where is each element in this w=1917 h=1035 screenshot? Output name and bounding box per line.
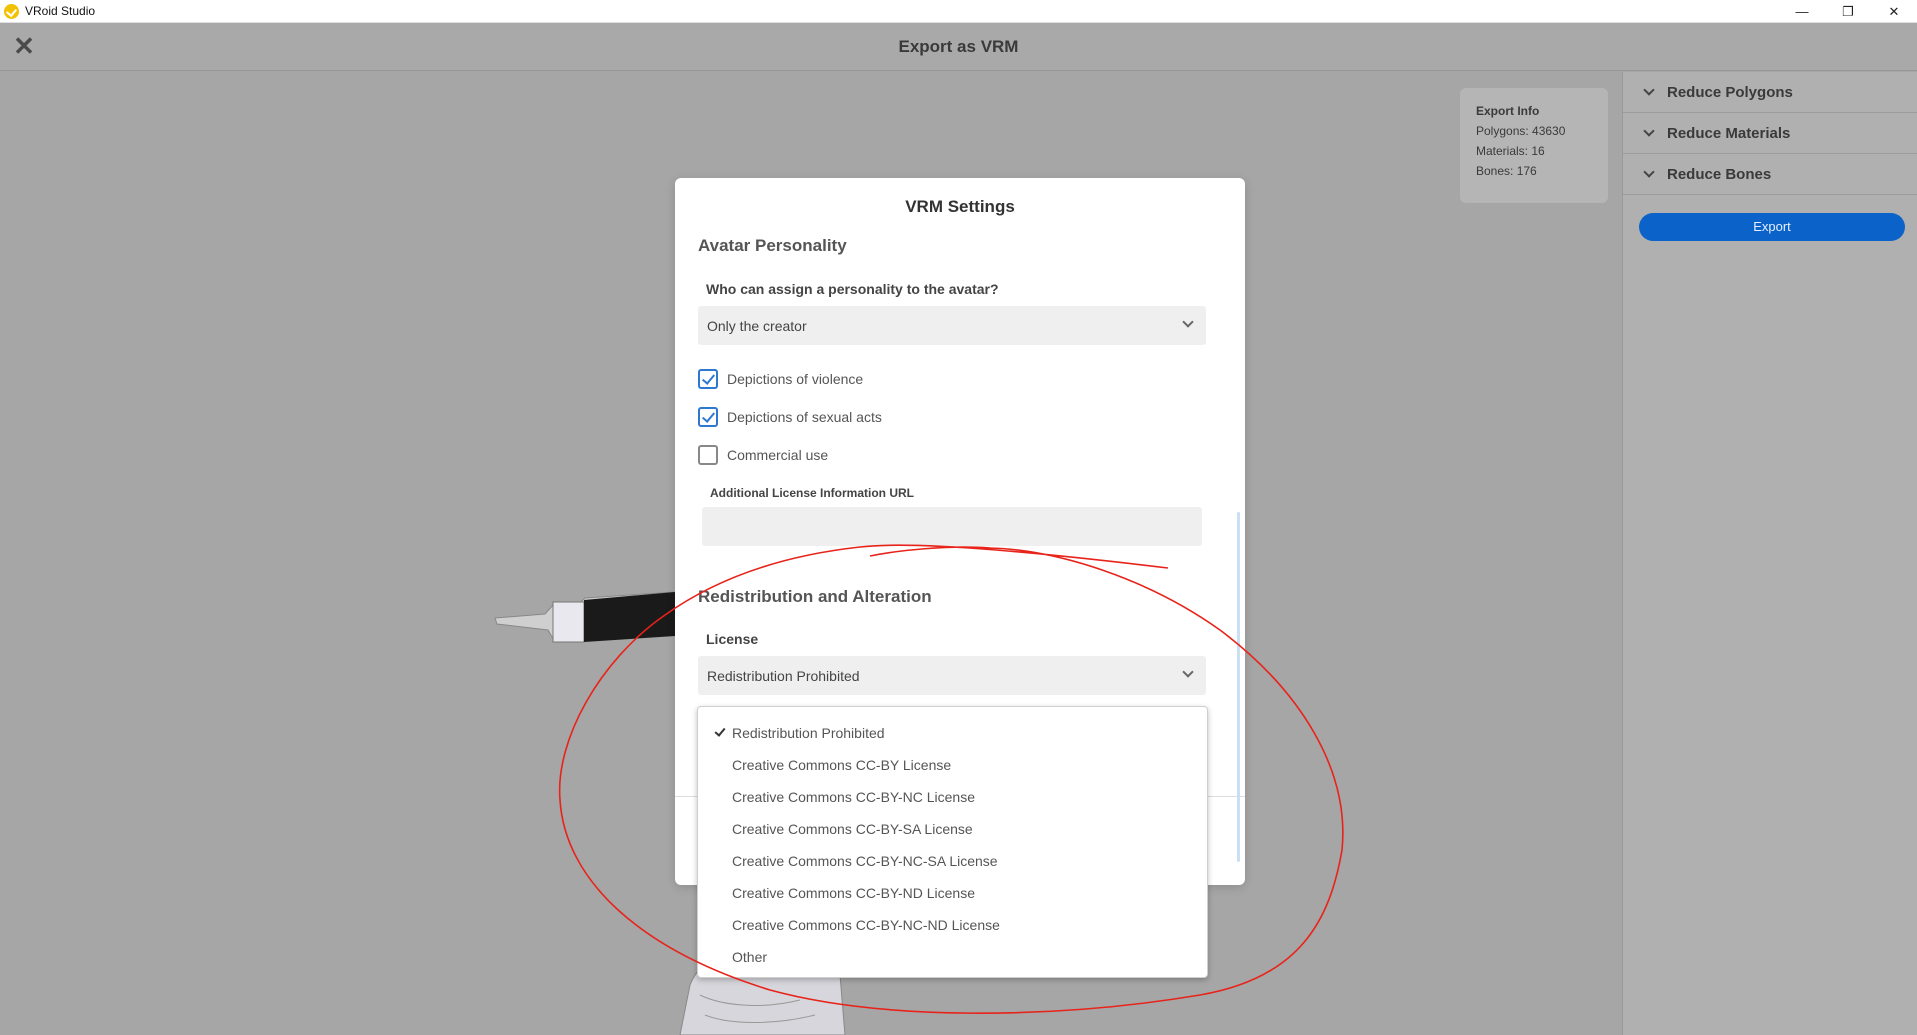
license-option[interactable]: Creative Commons CC-BY-NC License (698, 781, 1207, 813)
license-dropdown-list: Redistribution Prohibited Creative Commo… (697, 706, 1208, 978)
dialog-title: VRM Settings (905, 197, 1015, 216)
avatar-personality-heading: Avatar Personality (698, 236, 847, 255)
vroid-logo-icon (4, 3, 19, 19)
reduce-bones-toggle[interactable]: Reduce Bones (1623, 154, 1917, 195)
license-option[interactable]: Creative Commons CC-BY-SA License (698, 813, 1207, 845)
reduce-polygons-label: Reduce Polygons (1667, 83, 1793, 101)
model-sleeve (584, 592, 675, 642)
personality-select[interactable]: Only the creator (698, 306, 1206, 345)
minimize-button[interactable]: — (1779, 0, 1825, 23)
chevron-down-icon (1643, 125, 1655, 137)
dialog-scrollbar[interactable] (1237, 512, 1240, 862)
sexual-acts-checkbox-row[interactable]: Depictions of sexual acts (698, 407, 882, 427)
license-label: License (706, 631, 759, 647)
window-close-button[interactable]: ✕ (1871, 0, 1917, 23)
export-info-panel: Export Info Polygons: 43630 Materials: 1… (1460, 88, 1608, 203)
checkbox-checked-icon[interactable] (698, 369, 718, 389)
license-selected-value: Redistribution Prohibited (707, 667, 860, 684)
reduce-materials-label: Reduce Materials (1667, 124, 1791, 142)
personality-selected-value: Only the creator (707, 317, 807, 334)
reduce-bones-label: Reduce Bones (1667, 165, 1772, 183)
page-title: Export as VRM (898, 37, 1019, 56)
license-select[interactable]: Redistribution Prohibited (698, 656, 1206, 695)
license-option[interactable]: Redistribution Prohibited (698, 717, 1207, 749)
violence-label: Depictions of violence (727, 371, 864, 387)
license-option[interactable]: Creative Commons CC-BY-ND License (698, 877, 1207, 909)
window-title: VRoid Studio (25, 4, 96, 18)
chevron-down-icon (1643, 166, 1655, 178)
license-option[interactable]: Other (698, 941, 1207, 973)
polygon-count: Polygons: 43630 (1476, 124, 1566, 138)
license-url-input[interactable] (702, 507, 1202, 546)
export-button[interactable]: Export (1639, 213, 1905, 241)
chevron-down-icon (1182, 666, 1194, 678)
commercial-use-checkbox-row[interactable]: Commercial use (698, 445, 828, 465)
os-title-bar: VRoid Studio — ❐ ✕ (0, 0, 1917, 23)
reduce-polygons-toggle[interactable]: Reduce Polygons (1623, 72, 1917, 113)
commercial-use-label: Commercial use (727, 447, 829, 463)
bone-count: Bones: 176 (1476, 164, 1537, 178)
checkbox-unchecked-icon[interactable] (698, 445, 718, 465)
maximize-button[interactable]: ❐ (1825, 0, 1871, 23)
app-header: ✕ Export as VRM (0, 23, 1917, 71)
chevron-down-icon (1182, 316, 1194, 328)
license-option[interactable]: Creative Commons CC-BY License (698, 749, 1207, 781)
violence-checkbox-row[interactable]: Depictions of violence (698, 369, 863, 389)
chevron-down-icon (1643, 84, 1655, 96)
sexual-acts-label: Depictions of sexual acts (727, 409, 882, 425)
export-info-title: Export Info (1476, 104, 1540, 118)
model-cuff (552, 601, 585, 643)
window-controls: — ❐ ✕ (1779, 0, 1917, 23)
material-count: Materials: 16 (1476, 144, 1545, 158)
license-option[interactable]: Creative Commons CC-BY-NC-SA License (698, 845, 1207, 877)
redistribution-heading: Redistribution and Alteration (698, 587, 932, 606)
right-panel: Reduce Polygons Reduce Materials Reduce … (1622, 72, 1917, 1035)
license-option[interactable]: Creative Commons CC-BY-NC-ND License (698, 909, 1207, 941)
reduce-materials-toggle[interactable]: Reduce Materials (1623, 113, 1917, 154)
personality-question-label: Who can assign a personality to the avat… (706, 281, 999, 297)
license-url-label: Additional License Information URL (710, 486, 915, 500)
checkbox-checked-icon[interactable] (698, 407, 718, 427)
